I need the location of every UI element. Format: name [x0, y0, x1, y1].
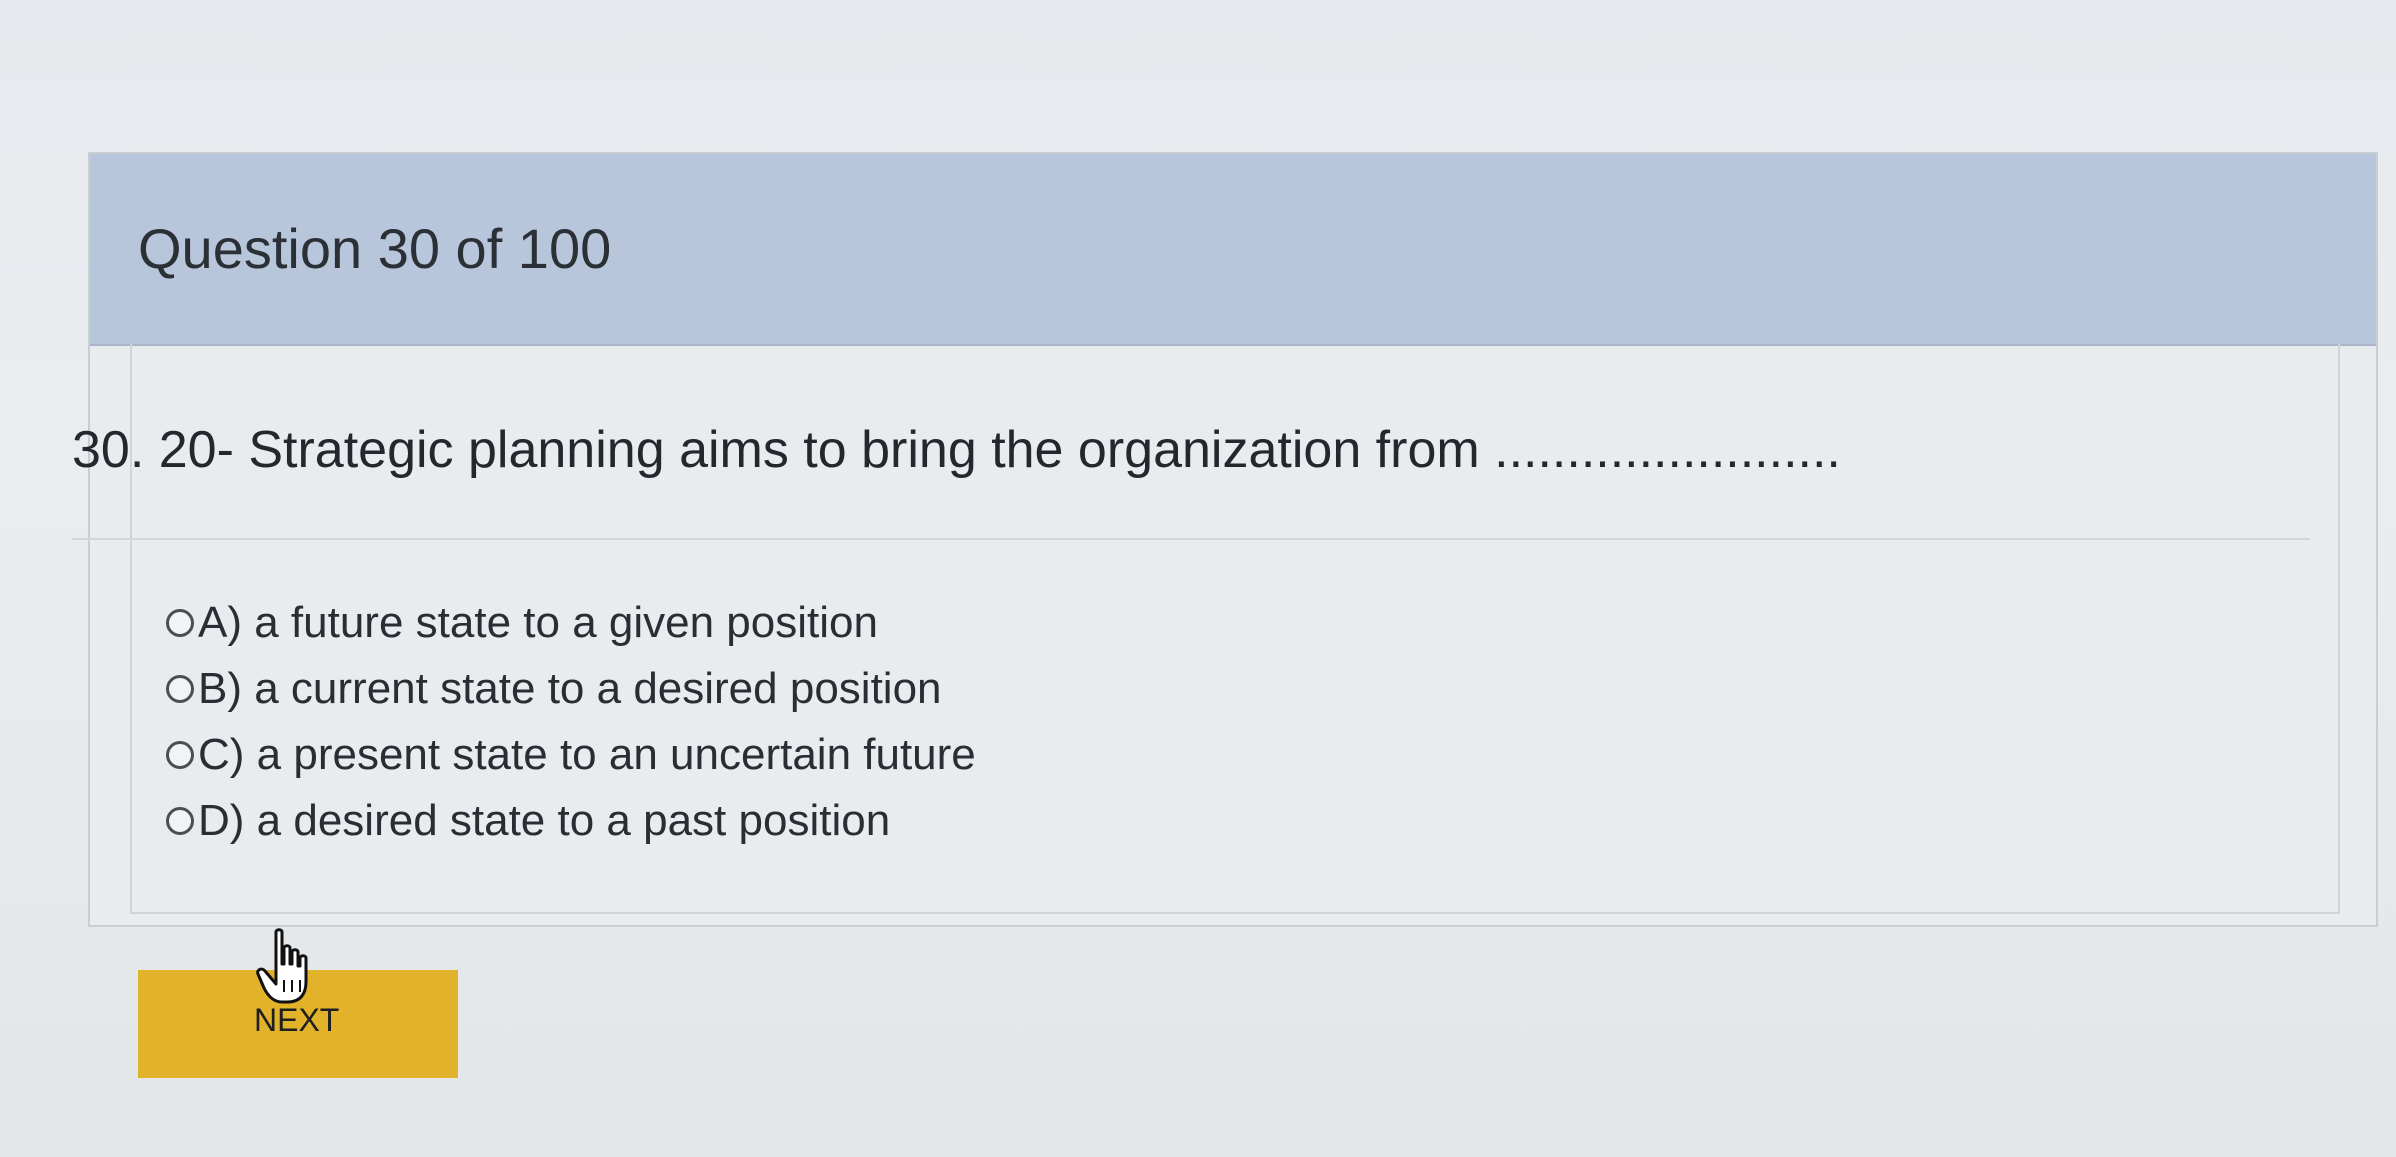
- answer-options: A) a future state to a given position B)…: [166, 590, 976, 854]
- option-d-label[interactable]: D) a desired state to a past position: [198, 796, 890, 846]
- option-a[interactable]: A) a future state to a given position: [166, 590, 976, 656]
- radio-button-icon[interactable]: [166, 741, 194, 769]
- option-c[interactable]: C) a present state to an uncertain futur…: [166, 722, 976, 788]
- radio-button-icon[interactable]: [166, 609, 194, 637]
- radio-button-icon[interactable]: [166, 807, 194, 835]
- option-d[interactable]: D) a desired state to a past position: [166, 788, 976, 854]
- hand-pointer-icon: [256, 928, 308, 1004]
- option-c-label[interactable]: C) a present state to an uncertain futur…: [198, 730, 976, 780]
- option-b-label[interactable]: B) a current state to a desired position: [198, 664, 942, 714]
- option-b[interactable]: B) a current state to a desired position: [166, 656, 976, 722]
- radio-button-icon[interactable]: [166, 675, 194, 703]
- question-divider: [72, 538, 2310, 540]
- quiz-header: Question 30 of 100: [90, 154, 2376, 346]
- question-text: 30. 20- Strategic planning aims to bring…: [72, 421, 1841, 479]
- question-counter: Question 30 of 100: [138, 217, 612, 280]
- option-a-label[interactable]: A) a future state to a given position: [198, 598, 878, 648]
